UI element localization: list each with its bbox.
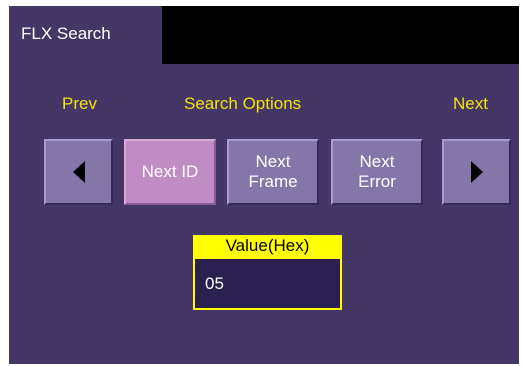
value-hex-header: Value(Hex) — [193, 235, 342, 257]
search-options-label: Search Options — [184, 94, 302, 113]
search-options-area: Prev Search Options Next Next ID Next Fr… — [9, 64, 519, 364]
next-label: Next — [453, 94, 488, 113]
next-frame-label-line2: Frame — [248, 172, 298, 191]
next-frame-button[interactable]: Next Frame — [227, 139, 319, 205]
next-error-button[interactable]: Next Error — [331, 139, 423, 205]
value-hex-text: 05 — [205, 274, 224, 293]
next-error-label-line1: Next — [359, 152, 395, 171]
window: FLX Search Prev Search Options Next Next… — [0, 0, 526, 366]
next-id-button[interactable]: Next ID — [124, 139, 216, 205]
next-button[interactable] — [442, 139, 511, 205]
next-frame-label: Next Frame — [248, 152, 297, 192]
next-error-label-line2: Error — [358, 172, 396, 191]
next-frame-label-line1: Next — [255, 152, 291, 171]
triangle-left-icon — [72, 161, 85, 183]
value-hex-control: Value(Hex) 05 — [193, 235, 342, 310]
prev-label: Prev — [62, 94, 97, 113]
value-hex-input[interactable]: 05 — [193, 257, 342, 310]
tab-flx-search[interactable]: FLX Search — [9, 6, 162, 64]
triangle-right-icon — [470, 161, 483, 183]
prev-button[interactable] — [44, 139, 113, 205]
tab-title: FLX Search — [21, 24, 111, 43]
flx-search-panel: FLX Search Prev Search Options Next Next… — [9, 6, 519, 364]
next-error-label: Next Error — [358, 152, 396, 192]
next-id-label: Next ID — [141, 162, 199, 181]
